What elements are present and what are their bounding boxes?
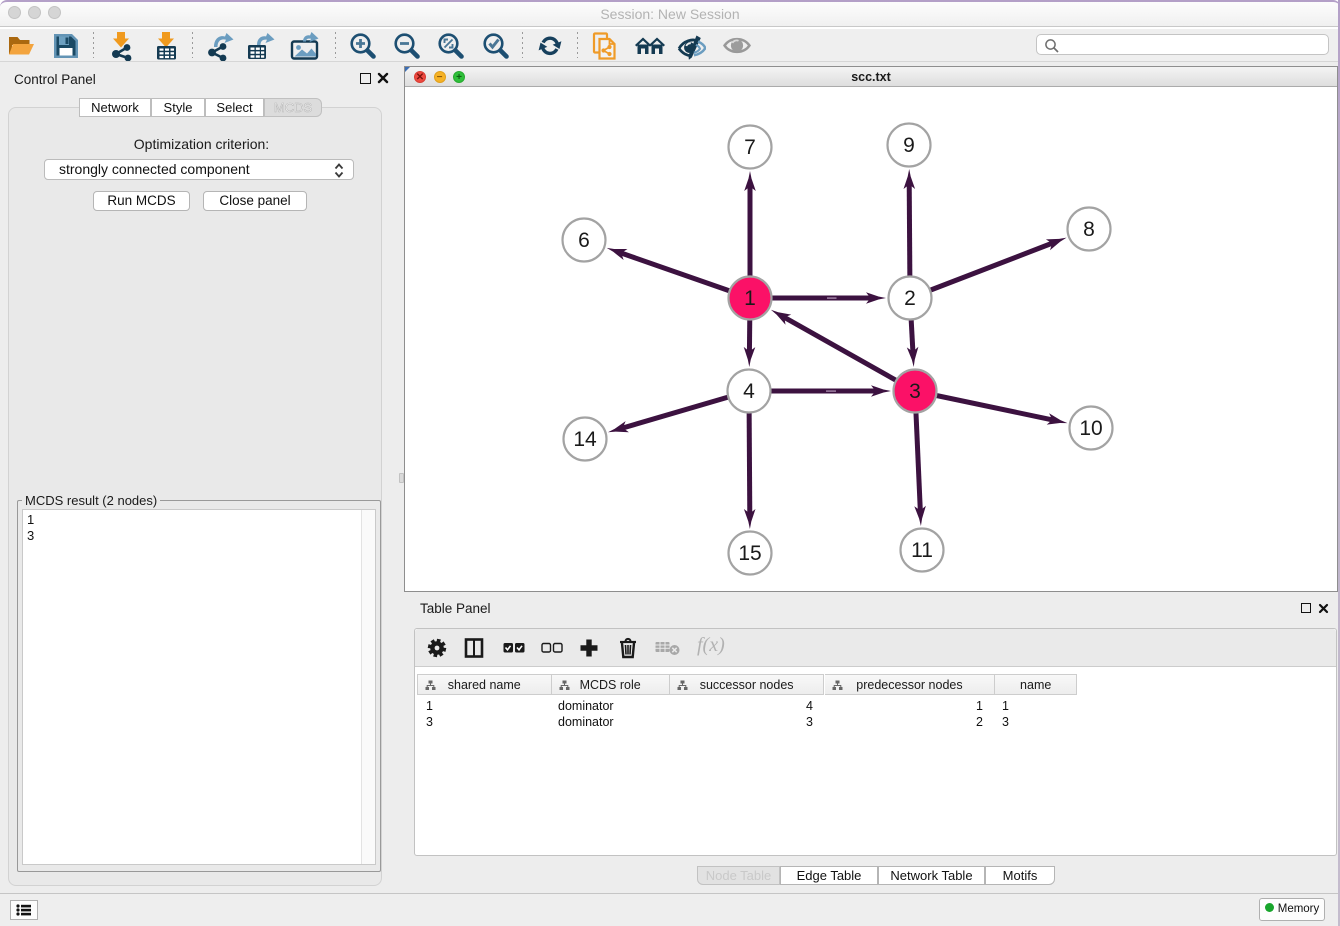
svg-text:2: 2 (904, 287, 916, 310)
svg-text:11: 11 (911, 539, 933, 562)
svg-text:8: 8 (1083, 218, 1095, 241)
svg-text:1: 1 (744, 287, 756, 310)
svg-text:15: 15 (738, 542, 761, 565)
svg-text:10: 10 (1079, 417, 1102, 440)
svg-text:9: 9 (903, 134, 915, 157)
svg-text:3: 3 (909, 380, 921, 403)
svg-text:4: 4 (743, 380, 755, 403)
svg-text:6: 6 (578, 229, 590, 252)
svg-text:14: 14 (573, 428, 597, 451)
svg-text:7: 7 (744, 136, 756, 159)
